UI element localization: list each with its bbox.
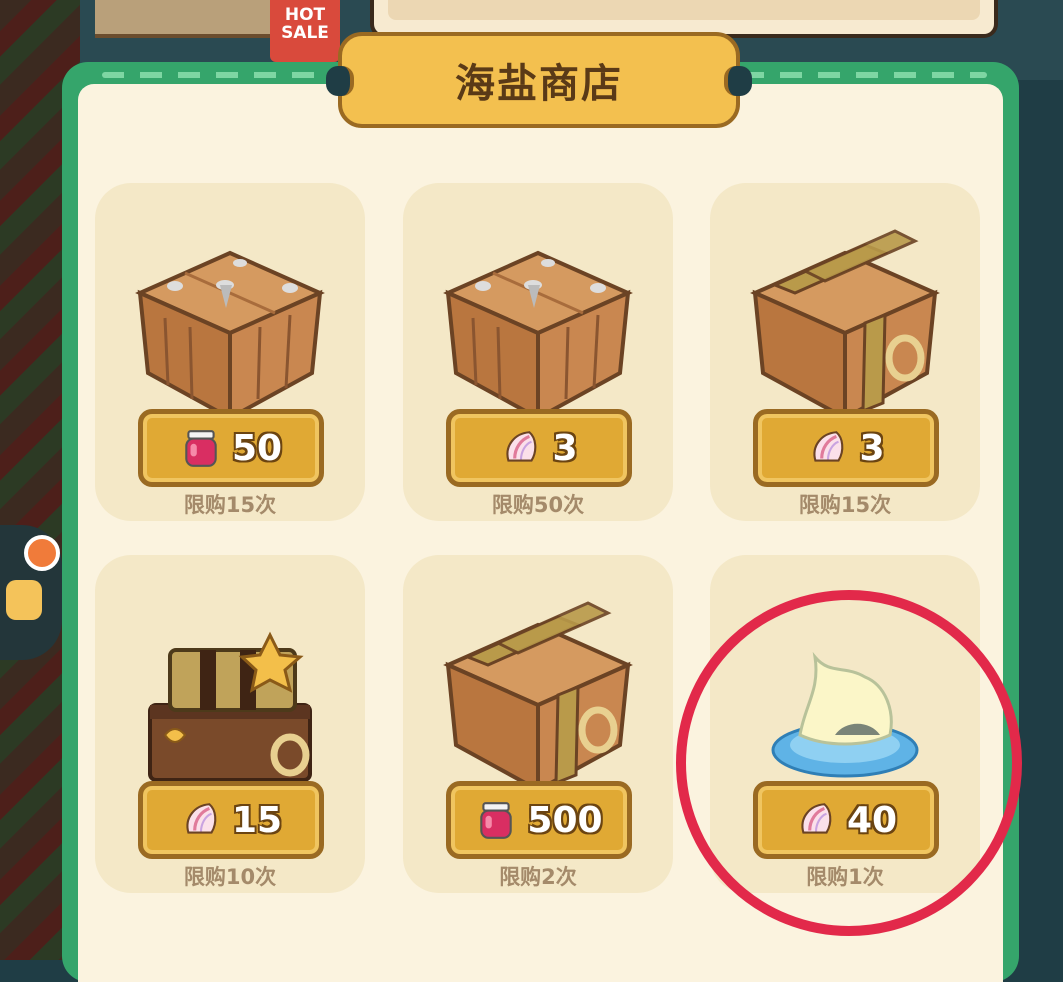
price-button[interactable]: 15 — [138, 781, 324, 859]
price-button[interactable]: 3 — [446, 409, 632, 487]
price-button[interactable]: 50 — [138, 409, 324, 487]
purchase-limit: 限购15次 — [183, 493, 277, 517]
purchase-limit: 限购50次 — [491, 493, 585, 517]
highlight-circle-annotation — [676, 590, 1022, 936]
shop-title-plate: 海盐商店 — [326, 32, 752, 128]
strapped-crate-icon — [745, 223, 945, 423]
price-value: 50 — [231, 427, 283, 469]
title-dash-right — [742, 72, 987, 78]
purchase-limit: 限购15次 — [798, 493, 892, 517]
shop-item-card[interactable]: 15 限购10次 — [95, 555, 365, 893]
shop-title: 海盐商店 — [455, 61, 623, 107]
shop-item-card[interactable]: 500 限购2次 — [403, 555, 673, 893]
shop-item-card[interactable]: 3 限购15次 — [710, 183, 980, 521]
shop-item-card[interactable]: 3 限购50次 — [403, 183, 673, 521]
jam-jar-icon — [475, 799, 517, 841]
wooden-crate-icon — [130, 223, 330, 423]
price-button[interactable]: 3 — [753, 409, 939, 487]
price-value: 15 — [231, 799, 283, 841]
shell-icon — [807, 427, 849, 469]
purchase-limit: 限购2次 — [499, 865, 577, 889]
hot-sale-tag[interactable]: HOT SALE — [270, 0, 340, 62]
price-value: 3 — [859, 427, 885, 469]
price-button[interactable]: 500 — [446, 781, 632, 859]
purchase-limit: 限购10次 — [183, 865, 277, 889]
price-value: 3 — [552, 427, 578, 469]
price-value: 500 — [527, 799, 603, 841]
title-dash-left — [102, 72, 347, 78]
strapped-crate-icon — [438, 595, 638, 795]
shop-awning — [95, 0, 270, 38]
shell-icon — [500, 427, 542, 469]
shop-item-card[interactable]: 50 限购15次 — [95, 183, 365, 521]
wooden-crate-icon — [438, 223, 638, 423]
side-character-avatar[interactable] — [0, 525, 62, 660]
shell-icon — [180, 799, 222, 841]
treasure-chest-stack-icon — [148, 631, 312, 782]
jam-jar-icon — [180, 427, 222, 469]
